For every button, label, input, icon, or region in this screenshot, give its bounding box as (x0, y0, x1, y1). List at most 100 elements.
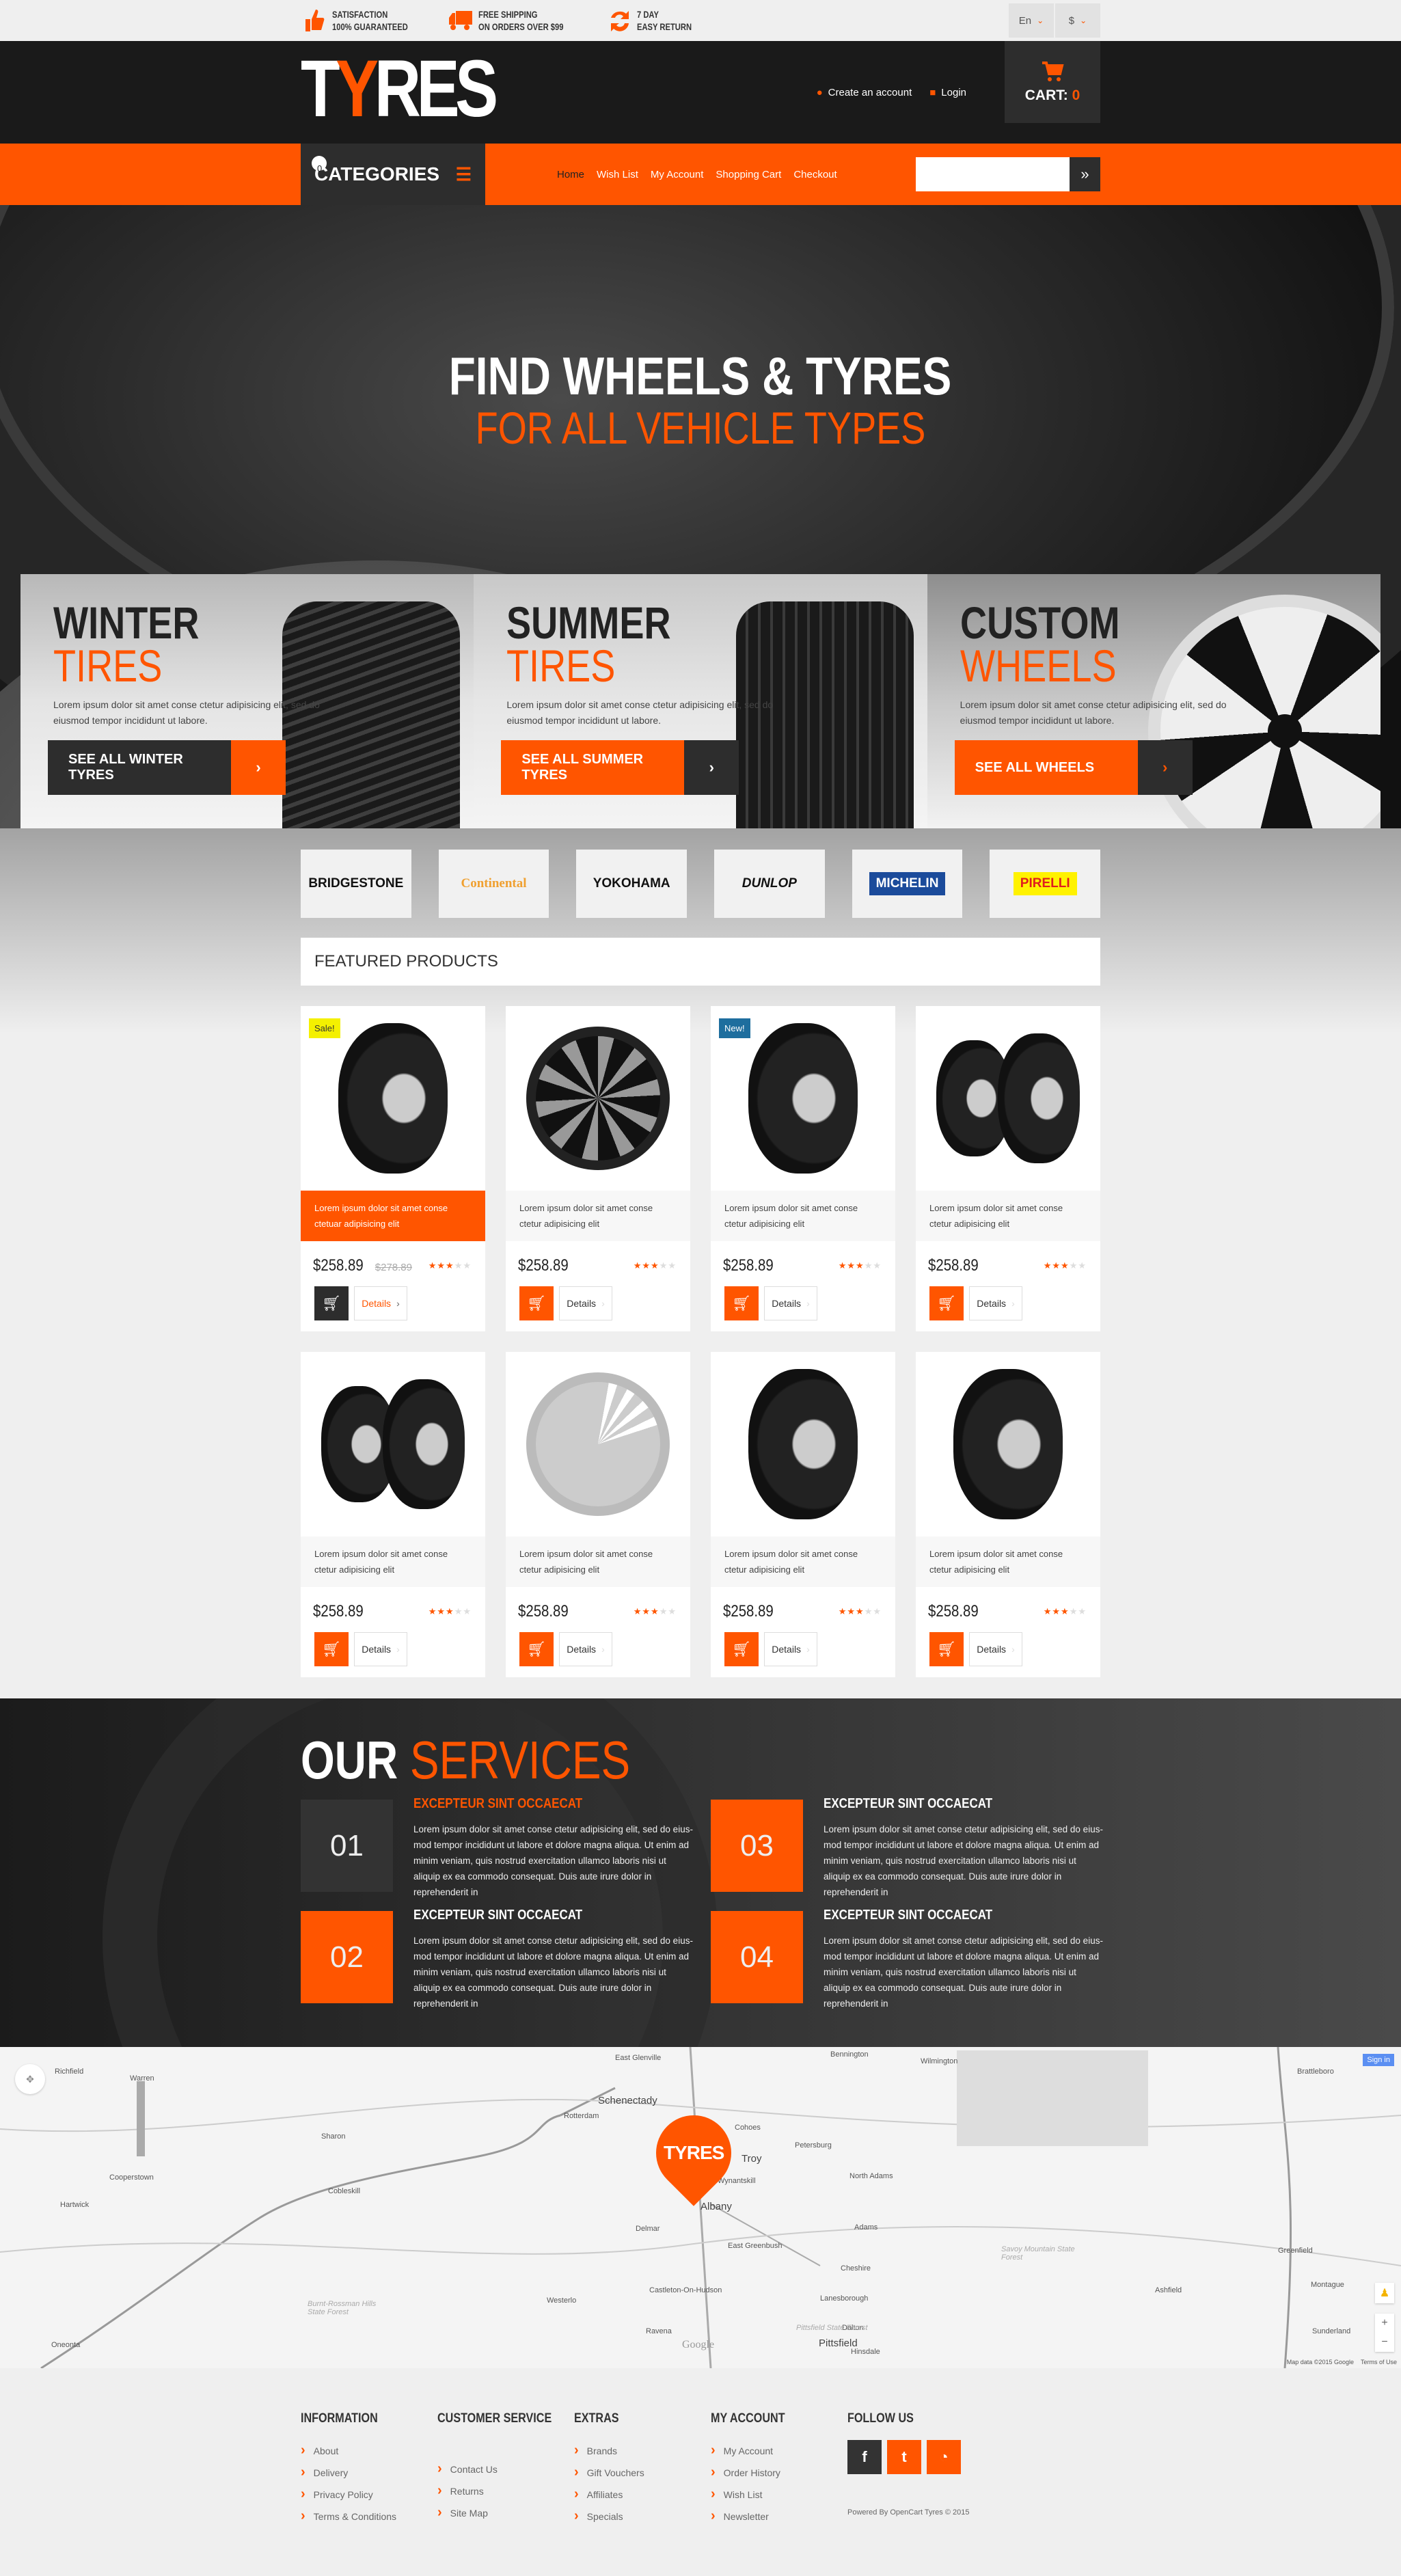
product-description[interactable]: Lorem ipsum dolor sit amet conse ctetuar … (301, 1191, 485, 1241)
map-terms-link[interactable]: Terms of Use (1361, 2359, 1397, 2365)
nav-wishlist[interactable]: Wish List 0 (312, 156, 638, 180)
product-description[interactable]: Lorem ipsum dolor sit amet conse ctetur a… (301, 1536, 485, 1587)
brand-logo[interactable]: PIRELLI (990, 850, 1101, 918)
categories-toggle[interactable]: CATEGORIES ☰ (301, 144, 485, 205)
logo-part: T (301, 44, 340, 134)
product-description[interactable]: Lorem ipsum dolor sit amet conse ctetur a… (916, 1191, 1100, 1241)
add-to-cart-button[interactable]: 🛒︎ (519, 1632, 554, 1666)
product-description[interactable]: Lorem ipsum dolor sit amet conse ctetur a… (711, 1191, 895, 1241)
add-to-cart-button[interactable]: 🛒︎ (314, 1286, 349, 1320)
details-button[interactable]: Details › (764, 1632, 817, 1666)
details-button[interactable]: Details › (559, 1632, 612, 1666)
brand-logo[interactable]: BRIDGESTONE (301, 850, 411, 918)
product-card: Lorem ipsum dolor sit amet conse ctetur a… (711, 1352, 895, 1677)
brand-logo[interactable]: YOKOHAMA (576, 850, 688, 918)
nav-checkout[interactable]: Checkout (793, 169, 836, 180)
zoom-out-button[interactable]: − (1375, 2333, 1394, 2352)
add-to-cart-button[interactable]: 🛒︎ (314, 1632, 349, 1666)
footer-link[interactable]: Contact Us (437, 2458, 574, 2480)
street-view-pegman-icon[interactable]: ♟ (1375, 2283, 1394, 2303)
search-button[interactable]: » (1070, 157, 1100, 191)
product-desc-line: Lorem ipsum dolor sit amet conse (929, 1549, 1063, 1559)
product-image[interactable] (953, 1369, 1063, 1519)
location-map[interactable]: Richfield Warren Sharon Cooperstown Hartwick… (0, 2047, 1401, 2368)
footer-link[interactable]: Privacy Policy (301, 2484, 437, 2506)
footer-link[interactable]: Order History (711, 2462, 847, 2484)
details-button[interactable]: Details › (969, 1286, 1022, 1320)
brand-logo[interactable]: MICHELIN (852, 850, 963, 918)
banner-winter[interactable]: WINTER TIRES Lorem ipsum dolor sit amet … (21, 574, 474, 828)
add-to-cart-button[interactable]: 🛒︎ (724, 1286, 759, 1320)
footer-link[interactable]: Terms & Conditions (301, 2506, 437, 2527)
add-to-cart-button[interactable]: 🛒︎ (724, 1632, 759, 1666)
cart-label: CART: (1024, 87, 1068, 103)
product-image[interactable] (338, 1023, 448, 1174)
footer-link[interactable]: Returns (437, 2480, 574, 2502)
cart-button[interactable]: CART: 0 (1005, 41, 1100, 123)
chevron-right-icon: › (1137, 740, 1193, 795)
details-button[interactable]: Details › (969, 1632, 1022, 1666)
see-all-summer-button[interactable]: SEE ALL SUMMER TYRES › (501, 740, 739, 795)
see-all-winter-button[interactable]: SEE ALL WINTER TYRES › (48, 740, 286, 795)
banner-summer[interactable]: SUMMER TIRES Lorem ipsum dolor sit amet … (474, 574, 927, 828)
currency-select[interactable]: $ ⌄ (1055, 3, 1100, 38)
nav-my-account[interactable]: My Account (651, 169, 704, 180)
details-button[interactable]: Details › (354, 1286, 407, 1320)
nav-shopping-cart[interactable]: Shopping Cart (716, 169, 781, 180)
details-button[interactable]: Details › (764, 1286, 817, 1320)
details-button[interactable]: Details › (559, 1286, 612, 1320)
product-description[interactable]: Lorem ipsum dolor sit amet conse ctetur a… (711, 1536, 895, 1587)
service-text: Lorem ipsum dolor sit amet conse ctetur … (413, 1936, 693, 2009)
add-to-cart-button[interactable]: 🛒︎ (929, 1286, 964, 1320)
chevron-right-icon: › (601, 1298, 605, 1309)
product-description[interactable]: Lorem ipsum dolor sit amet conse ctetur a… (916, 1536, 1100, 1587)
services-section: OUR SERVICES 01 EXCEPTEUR SINT OCCAECAT L… (0, 1698, 1401, 2047)
rss-icon[interactable]: ◔ (927, 2440, 961, 2474)
footer-link[interactable]: Wish List (711, 2484, 847, 2506)
banner-wheels[interactable]: CUSTOM WHEELS Lorem ipsum dolor sit amet… (927, 574, 1380, 828)
site-logo[interactable]: TYRES (301, 49, 498, 129)
product-description[interactable]: Lorem ipsum dolor sit amet conse ctetur a… (506, 1191, 690, 1241)
product-image[interactable] (998, 1033, 1080, 1163)
product-image[interactable] (748, 1023, 858, 1174)
product-image[interactable] (526, 1372, 670, 1516)
product-image[interactable] (383, 1379, 465, 1509)
details-button[interactable]: Details › (354, 1632, 407, 1666)
footer-link[interactable]: Affiliates (574, 2484, 711, 2506)
add-to-cart-button[interactable]: 🛒︎ (519, 1286, 554, 1320)
footer-link[interactable]: Brands (574, 2440, 711, 2462)
chevron-right-icon: › (806, 1298, 810, 1309)
see-all-wheels-button[interactable]: SEE ALL WHEELS › (954, 740, 1193, 795)
footer-link[interactable]: Delivery (301, 2462, 437, 2484)
map-place-label: Richfield (55, 2067, 84, 2076)
map-sign-in-button[interactable]: Sign in (1363, 2054, 1394, 2066)
footer-link[interactable]: My Account (711, 2440, 847, 2462)
footer-link[interactable]: Specials (574, 2506, 711, 2527)
nav-home[interactable]: Home (557, 169, 584, 180)
footer-link[interactable]: Gift Vouchers (574, 2462, 711, 2484)
featured-products: FEATURED PRODUCTS Sale! Lorem ipsum dolor… (0, 938, 1401, 1677)
create-account-link[interactable]: ● Create an account (817, 87, 912, 98)
language-select[interactable]: En ⌄ (1009, 3, 1054, 38)
footer-link[interactable]: About (301, 2440, 437, 2462)
social-glyph: t (901, 2448, 907, 2465)
twitter-icon[interactable]: t (887, 2440, 921, 2474)
nav-wishlist-label: Wish List (597, 168, 638, 180)
footer-link[interactable]: Newsletter (711, 2506, 847, 2527)
add-to-cart-button[interactable]: 🛒︎ (929, 1632, 964, 1666)
brand-logo[interactable]: DUNLOP (714, 850, 825, 918)
product-image[interactable] (526, 1027, 670, 1170)
zoom-in-button[interactable]: + (1375, 2314, 1394, 2333)
product-image[interactable] (748, 1369, 858, 1519)
cart-icon: 🛒︎ (732, 1294, 751, 1312)
star-icon: ★ (428, 1606, 437, 1616)
search-input[interactable] (916, 157, 1070, 191)
product-description[interactable]: Lorem ipsum dolor sit amet conse ctetur a… (506, 1536, 690, 1587)
login-link[interactable]: ■ Login (929, 87, 966, 98)
brand-logo[interactable]: Continental (438, 850, 549, 918)
facebook-icon[interactable]: f (847, 2440, 882, 2474)
map-pan-control[interactable]: ✥ (15, 2064, 45, 2094)
star-icon: ★ (864, 1260, 873, 1271)
category-banners: WINTER TIRES Lorem ipsum dolor sit amet … (21, 574, 1380, 828)
footer-link[interactable]: Site Map (437, 2502, 574, 2524)
